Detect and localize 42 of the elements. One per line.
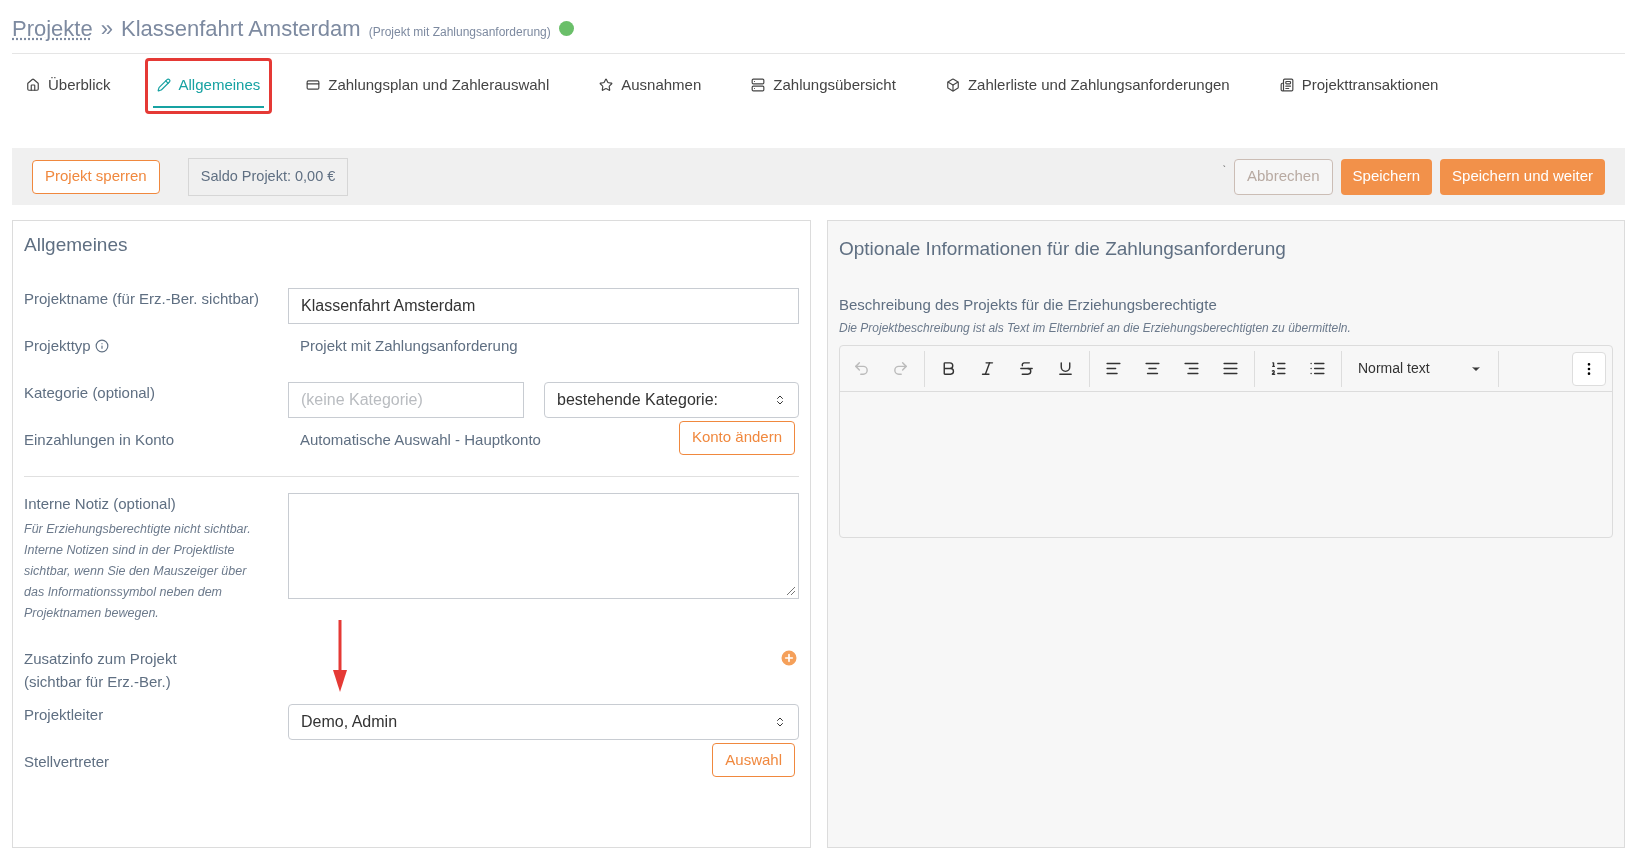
nav-tab[interactable]: Projekttransaktionen xyxy=(1275,64,1443,108)
nav-tab[interactable]: Ausnahmen xyxy=(595,64,706,108)
select-field[interactable]: bestehende Kategorie: xyxy=(544,381,799,418)
home-icon xyxy=(26,78,40,92)
field-hint: Die Projektbeschreibung ist als Text im Elternbrief an die Erziehungsberechtigten zu übermitteln. xyxy=(839,320,1352,337)
field-label: Einzahlungen in Konto xyxy=(24,429,175,450)
field-label: Projektleiter xyxy=(24,705,104,725)
field-hint: Für Erziehungsberechtigte nicht sichtbar. Interne Notizen sind in der Projektliste sichtbar, wenn Sie den Mauszeiger über das Informationssymbol neben dem Projektnamen bewegen. xyxy=(24,521,252,622)
page-subtitle: (Projekt mit Zahlungsanforderung) xyxy=(368,24,551,41)
field-label: Projektname (für Erz.-Ber. sichtbar) xyxy=(24,288,260,309)
breadcrumb-separator: » xyxy=(100,15,113,43)
nav-tab[interactable]: Überblick xyxy=(22,64,115,108)
nav-tab[interactable]: Zahlungsplan und Zahlerauswahl xyxy=(302,64,554,108)
pencil-icon xyxy=(156,78,171,92)
annotation-arrow xyxy=(332,620,348,692)
star-icon xyxy=(599,78,614,92)
text-field[interactable]: Klassenfahrt Amsterdam xyxy=(288,287,799,324)
field-label: Kategorie (optional) xyxy=(24,382,155,403)
field-label: Projekttyp xyxy=(24,335,91,356)
newspaper-icon xyxy=(1279,78,1294,92)
nav-tab[interactable]: Zahlerliste und Zahlungsanforderungen xyxy=(941,64,1234,108)
panel-title: Optionale Informationen für die Zahlungsanforderung xyxy=(839,237,1287,261)
stray-mark: ` xyxy=(1222,163,1226,178)
field-label: Beschreibung des Projekts für die Erziehungsberechtigte xyxy=(839,294,1218,315)
nav-tab[interactable]: Zahlungsübersicht xyxy=(747,64,900,108)
server-icon xyxy=(751,78,766,92)
field-label: Stellvertreter xyxy=(24,752,110,772)
field-label: Interne Notiz (optional) xyxy=(24,493,176,514)
sort-icon xyxy=(774,716,786,728)
field-value: Automatische Auswahl - Hauptkonto xyxy=(299,429,541,450)
field-label: Zusatzinfo zum Projekt xyxy=(24,649,177,669)
cube-icon xyxy=(945,78,960,92)
credit-card-icon xyxy=(306,78,321,92)
field-value: Projekt mit Zahlungsanforderung xyxy=(299,335,518,356)
field-label: (sichtbar für Erz.-Ber.) xyxy=(24,671,172,692)
select-field[interactable]: Demo, Admin xyxy=(288,704,799,740)
text-style-dropdown[interactable]: Normal text xyxy=(1346,358,1494,379)
panel-title: Allgemeines xyxy=(24,233,129,257)
info-icon[interactable] xyxy=(94,338,109,353)
page-title: Klassenfahrt Amsterdam xyxy=(120,15,361,43)
sort-icon xyxy=(774,393,786,406)
balance-label: Saldo Projekt: 0,00 € xyxy=(187,157,349,196)
